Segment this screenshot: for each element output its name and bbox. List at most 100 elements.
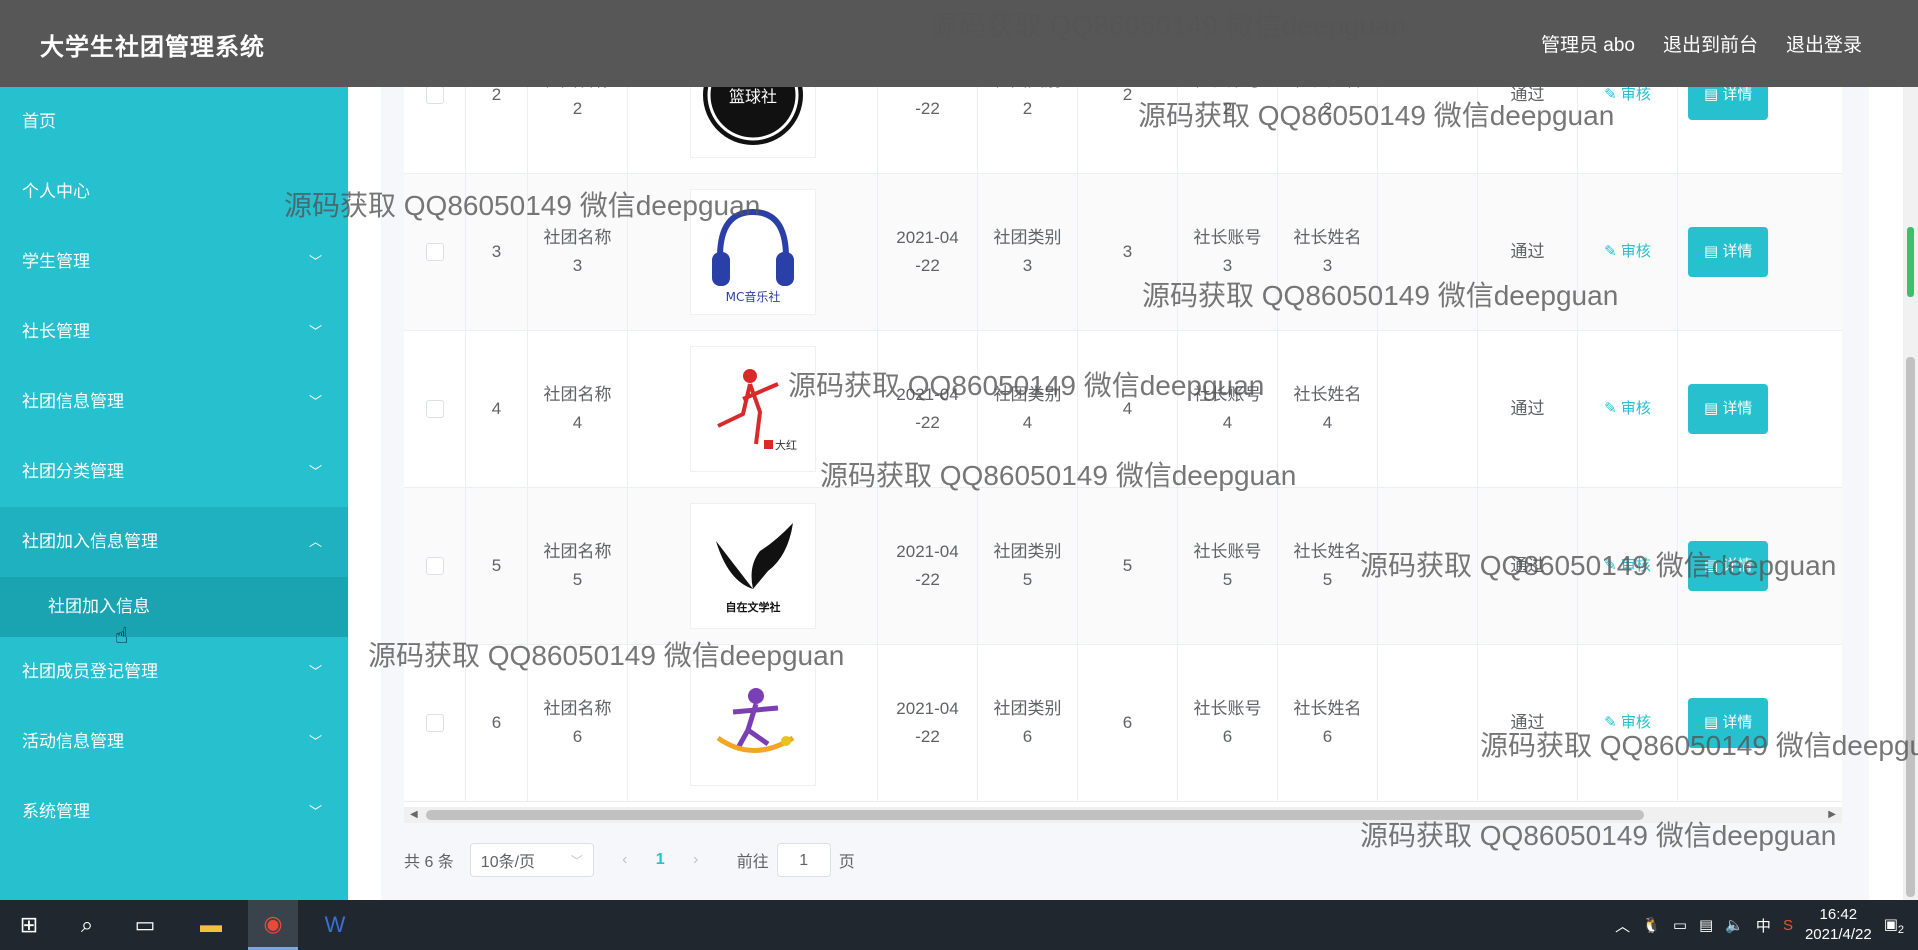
scroll-left-icon[interactable]: ◀ [410,809,418,820]
count-cell: 3 [1078,174,1178,330]
word-icon[interactable]: W [310,900,360,950]
chevron-up-icon[interactable]: ︿ [1615,915,1630,936]
file-explorer-icon[interactable]: ▬ [186,900,236,950]
sidebar-item-label: 系统管理 [22,802,90,821]
row-checkbox[interactable] [425,243,444,261]
index-cell: 5 [466,488,528,644]
leader-account-cell: 社长账号 3 [1178,174,1278,330]
pagination: 共 6 条 10条/页 ﹀ ‹ 1 › 前往 1 页 [404,843,855,877]
detail-button[interactable]: ▤ 详情 [1688,698,1769,748]
current-page[interactable]: 1 [656,851,665,869]
club-type-cell: 社团类别 2 [978,87,1078,173]
table-row: 5 社团名称 5 自在文学社 2021-04 -22 社团类别 5 5 社长账号… [404,488,1842,645]
prev-page-button[interactable]: ‹ [610,851,640,869]
club-type-cell: 社团类别 6 [978,645,1078,801]
notification-icon[interactable]: ▣2 [1884,915,1904,936]
qq-icon[interactable]: 🐧 [1642,916,1661,934]
leader-name-cell: 社长姓名 4 [1278,331,1378,487]
audit-cell: ✎ 审核 [1578,331,1678,487]
svg-text:篮球社: 篮球社 [728,87,776,106]
chrome-icon[interactable]: ◉ [248,900,298,950]
next-page-button[interactable]: › [681,851,711,869]
logout-link[interactable]: 退出登录 [1786,30,1862,57]
detail-button[interactable]: ▤ 详情 [1688,227,1769,277]
scroll-right-icon[interactable]: ▶ [1828,809,1836,820]
page-size-select[interactable]: 10条/页 ﹀ [469,843,594,877]
club-name-cell: 社团名称 4 [528,331,628,487]
ime-indicator[interactable]: 中 [1756,915,1771,936]
sidebar-subitem-club-join-info[interactable]: 社团加入信息 [0,577,348,637]
club-logo [689,660,816,786]
audit-button[interactable]: ✎ 审核 [1604,552,1651,580]
task-view-icon[interactable]: ▭ [120,900,170,950]
sidebar-item-leaders[interactable]: 社长管理 ﹀ [0,297,348,367]
row-checkbox-cell[interactable] [404,174,466,330]
audit-button[interactable]: ✎ 审核 [1604,395,1651,423]
club-logo-cell: MC音乐社 [628,174,878,330]
windows-start-icon[interactable]: ⊞ [4,900,54,950]
detail-button[interactable]: ▤ 详情 [1688,87,1769,120]
row-checkbox[interactable] [425,400,444,418]
sidebar-item-label: 活动信息管理 [22,732,124,751]
row-checkbox-cell[interactable] [404,488,466,644]
chevron-up-icon: ︿ [308,534,322,549]
search-icon[interactable]: ⌕ [62,900,112,950]
sidebar-item-club-category[interactable]: 社团分类管理 ﹀ [0,437,348,507]
status-cell: 通过 [1478,87,1578,173]
sidebar-item-students[interactable]: 学生管理 ﹀ [0,227,348,297]
clock[interactable]: 16:42 2021/4/22 [1805,905,1872,945]
audit-button[interactable]: ✎ 审核 [1604,238,1651,266]
exit-to-frontend-link[interactable]: 退出到前台 [1663,30,1758,57]
leader-name-cell: 社长姓名 6 [1278,645,1378,801]
club-name-cell: 社团名称 6 [528,645,628,801]
sidebar-item-home[interactable]: 首页 [0,87,348,157]
page-size-value: 10条/页 [480,854,536,871]
battery-icon[interactable]: ▭ [1673,916,1687,934]
goto-page-input[interactable]: 1 [776,843,831,877]
club-logo-cell: 大红 [628,331,878,487]
date-cell: 2021-04 -22 [878,174,978,330]
system-tray: ︿ 🐧 ▭ ▤ 🔈 中 S 16:42 2021/4/22 ▣2 [1615,900,1918,950]
notification-count: 2 [1897,923,1904,936]
admin-user-link[interactable]: 管理员 abo [1541,30,1635,57]
club-type-cell: 社团类别 5 [978,488,1078,644]
scrollbar-thumb[interactable] [426,810,1644,820]
app-tray-icon[interactable]: S [1783,917,1793,934]
volume-icon[interactable]: 🔈 [1725,916,1744,934]
detail-button[interactable]: ▤ 详情 [1688,541,1769,591]
horizontal-scrollbar[interactable]: ◀ ▶ [404,807,1842,823]
audit-cell: ✎ 审核 [1578,174,1678,330]
index-cell: 6 [466,645,528,801]
sidebar-item-member-register[interactable]: 社团成员登记管理 ﹀ [0,637,348,707]
sidebar-item-profile[interactable]: 个人中心 [0,157,348,227]
actions-cell: ▤ 详情 [1678,331,1769,487]
row-checkbox-cell[interactable] [404,331,466,487]
club-name-cell: 社团名称 5 [528,488,628,644]
vertical-scrollbar[interactable] [1903,87,1918,900]
sidebar-item-label: 社团分类管理 [22,462,124,481]
sidebar-item-label: 社团信息管理 [22,392,124,411]
scrollbar-thumb[interactable] [1906,357,1915,897]
row-checkbox-cell[interactable] [404,87,466,173]
svg-text:自在文学社: 自在文学社 [725,600,780,614]
club-logo: MC音乐社 [689,189,816,315]
row-checkbox-cell[interactable] [404,645,466,801]
detail-button[interactable]: ▤ 详情 [1688,384,1769,434]
leader-account-cell: 社长账号 6 [1178,645,1278,801]
sidebar-item-activity[interactable]: 活动信息管理 ﹀ [0,707,348,777]
chevron-down-icon: ﹀ [308,734,322,749]
chevron-down-icon: ﹀ [308,324,322,339]
chevron-down-icon: ﹀ [308,804,322,819]
sidebar-item-system[interactable]: 系统管理 ﹀ [0,777,348,847]
network-icon[interactable]: ▤ [1699,916,1713,934]
audit-button[interactable]: ✎ 审核 [1604,87,1651,109]
blank-cell [1378,87,1478,173]
row-checkbox[interactable] [425,714,444,732]
sidebar-item-club-join[interactable]: 社团加入信息管理 ︿ [0,507,348,577]
audit-button[interactable]: ✎ 审核 [1604,709,1651,737]
audit-label: 审核 [1620,87,1651,103]
row-checkbox[interactable] [425,87,444,104]
row-checkbox[interactable] [425,557,444,575]
audit-cell: ✎ 审核 [1578,87,1678,173]
sidebar-item-club-info[interactable]: 社团信息管理 ﹀ [0,367,348,437]
